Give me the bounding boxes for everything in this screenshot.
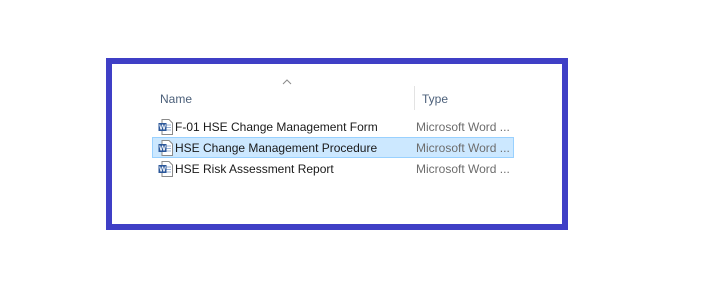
file-list: W F-01 HSE Change Management Form Micros… bbox=[152, 116, 522, 179]
file-name: HSE Risk Assessment Report bbox=[175, 162, 334, 176]
word-document-icon: W bbox=[158, 140, 173, 156]
sort-ascending-icon[interactable] bbox=[281, 78, 293, 86]
file-explorer-list: Name Type W F-01 HSE Change Management F… bbox=[112, 64, 562, 224]
file-row-selected[interactable]: W HSE Change Management Procedure Micros… bbox=[152, 137, 514, 158]
column-header-bar: Name Type bbox=[152, 86, 522, 112]
file-type: Microsoft Word ... bbox=[416, 141, 510, 155]
file-type: Microsoft Word ... bbox=[416, 162, 510, 176]
svg-text:W: W bbox=[159, 167, 166, 174]
highlight-frame: Name Type W F-01 HSE Change Management F… bbox=[106, 58, 568, 230]
word-document-icon: W bbox=[158, 119, 173, 135]
svg-text:W: W bbox=[159, 146, 166, 153]
column-header-type[interactable]: Type bbox=[422, 92, 448, 106]
word-document-icon: W bbox=[158, 161, 173, 177]
file-row[interactable]: W HSE Risk Assessment Report Microsoft W… bbox=[152, 158, 514, 179]
svg-text:W: W bbox=[159, 125, 166, 132]
column-header-name[interactable]: Name bbox=[160, 92, 192, 106]
file-name: F-01 HSE Change Management Form bbox=[175, 120, 378, 134]
column-divider[interactable] bbox=[414, 86, 415, 110]
file-row[interactable]: W F-01 HSE Change Management Form Micros… bbox=[152, 116, 514, 137]
file-type: Microsoft Word ... bbox=[416, 120, 510, 134]
file-name: HSE Change Management Procedure bbox=[175, 141, 378, 155]
